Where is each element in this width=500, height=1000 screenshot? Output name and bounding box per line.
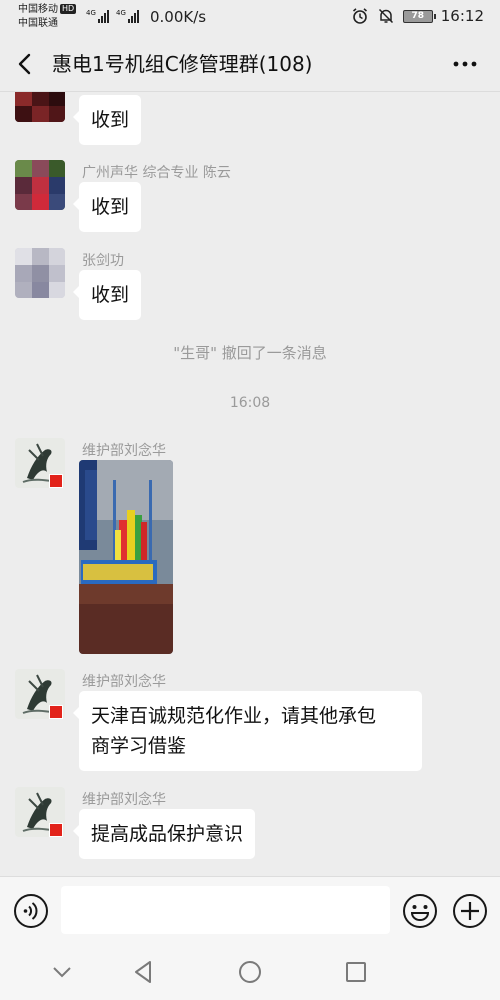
flag-badge-icon [49,705,63,719]
alarm-icon [352,8,367,24]
clock: 16:12 [440,7,484,25]
voice-icon[interactable] [13,893,49,929]
chat-header: 惠电1号机组C修管理群(108) [0,36,500,92]
avatar[interactable] [15,160,65,210]
sender-name: 张剑功 [82,253,124,269]
avatar-image [15,92,65,122]
message-input[interactable] [61,886,390,934]
message-list[interactable]: 收到 广州声华 综合专业 陈云 收到 张剑功 收到 "生哥" 撤回了一条消息 1… [0,92,500,876]
message-bubble[interactable]: 天津百诚规范化作业，请其他承包 商学习借鉴 [73,691,422,771]
recall-notice: "生哥" 撤回了一条消息 [173,344,327,362]
message-bubble[interactable]: 收到 [72,182,142,232]
plus-icon[interactable] [452,893,488,929]
sender-name: 广州声华 综合专业 陈云 [82,165,231,181]
more-options-icon[interactable] [450,50,480,78]
image-message[interactable] [79,460,173,654]
carrier-info: 中国移动 HD 中国联通 [18,3,77,31]
input-bar [0,876,500,944]
emoji-icon[interactable] [402,893,438,929]
avatar-image [15,248,65,298]
avatar-image [15,160,65,210]
home-circle-icon[interactable] [236,958,264,986]
status-bar: 中国移动 HD 中国联通 4G 4G 0.00K/s 78 16:12 [0,0,500,36]
message-bubble[interactable]: 收到 [72,270,142,320]
message-text-line: 商学习借鉴 [91,735,187,757]
flag-badge-icon [49,474,63,488]
carrier-2: 中国联通 [18,18,58,29]
chevron-down-icon[interactable] [48,958,76,986]
flag-badge-icon [49,823,63,837]
hd-badge: HD [60,4,77,14]
battery-icon: 78 [402,9,436,23]
message-timestamp: 16:08 [229,395,271,411]
back-triangle-icon[interactable] [130,958,158,986]
sender-name: 维护部刘念华 [82,792,166,808]
recent-apps-icon[interactable] [342,958,370,986]
avatar[interactable] [15,248,65,298]
sender-name: 维护部刘念华 [82,674,166,690]
mute-bell-icon [378,8,393,24]
signal-strength-icon: 4G [86,10,109,23]
system-nav-bar [0,944,500,1000]
back-arrow-icon[interactable] [14,50,38,78]
message-bubble[interactable]: 提高成品保护意识 [72,809,256,859]
network-speed: 0.00K/s [150,8,207,26]
signal-strength-icon: 4G [116,10,139,23]
carrier-1: 中国移动 [18,4,58,15]
sender-name: 维护部刘念华 [82,443,166,459]
avatar[interactable] [15,92,65,122]
message-bubble[interactable]: 收到 [72,95,142,145]
message-text-line: 天津百诚规范化作业，请其他承包 [91,705,377,727]
group-title: 惠电1号机组C修管理群(108) [52,52,313,76]
photo-thumbnail [79,460,173,654]
